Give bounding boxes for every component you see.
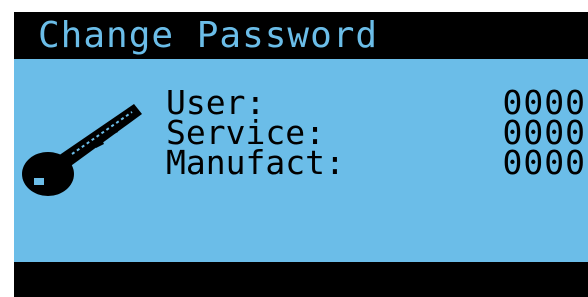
lcd-display: Change Password User: 0000 Service: 0000… — [0, 0, 588, 297]
manufact-label: Manufact: — [166, 143, 345, 182]
key-icon — [22, 104, 142, 196]
page-title: Change Password — [38, 15, 379, 56]
title-bar: Change Password — [14, 12, 588, 59]
lcd-screen: Change Password User: 0000 Service: 0000… — [14, 12, 588, 297]
manufact-password-value[interactable]: 0000 — [503, 146, 586, 180]
manufact-password-row[interactable]: Manufact: 0000 — [166, 146, 586, 180]
bottom-bar — [14, 262, 588, 297]
